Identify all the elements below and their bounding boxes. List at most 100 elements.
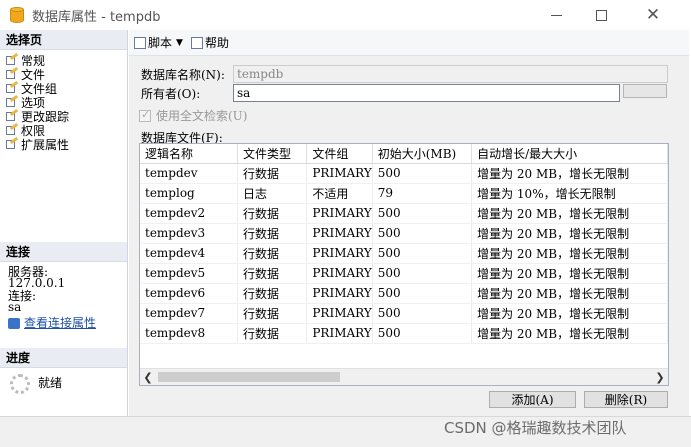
table-row[interactable]: tempdev3 行数据 PRIMARY 500 增量为 20 MB，增长无限制 (140, 223, 668, 244)
table-cell[interactable]: 增量为 20 MB，增长无限制 (471, 243, 668, 264)
column-header[interactable]: 文件组 (306, 144, 373, 164)
table-cell[interactable]: tempdev (140, 163, 239, 184)
table-cell[interactable]: 增量为 10%，增长无限制 (471, 183, 668, 204)
db-name-field: tempdb (233, 65, 668, 83)
table-cell[interactable]: PRIMARY (306, 163, 373, 184)
left-pane: 选择页 常规 文件 文件组 选项 更改跟踪 权限 扩展属性 连接 服务器: 127.0.0.… (0, 30, 128, 416)
help-label: 帮助 (204, 36, 229, 50)
table-row[interactable]: tempdev8 行数据 PRIMARY 500 增量为 20 MB，增长无限制 (140, 323, 668, 344)
watermark: CSDN @格瑞趣数技术团队 (444, 419, 627, 437)
table-cell[interactable]: 500 (372, 223, 473, 244)
scrollbar-thumb[interactable] (158, 372, 340, 382)
column-header[interactable]: 自动增长/最大大小 (471, 144, 668, 164)
progress-spinner-icon (10, 374, 30, 394)
table-cell[interactable]: templog (140, 183, 239, 204)
right-pane: 脚本 ▼ 帮助 数据库名称(N): tempdb 所有者(O): sa 使用全文… (129, 30, 689, 416)
table-row[interactable]: tempdev5 行数据 PRIMARY 500 增量为 20 MB，增长无限制 (140, 263, 668, 284)
connection-header: 连接 (0, 242, 127, 262)
table-cell[interactable]: 增量为 20 MB，增长无限制 (471, 283, 668, 304)
table-row[interactable]: templog 日志 不适用 79 增量为 10%，增长无限制 (140, 183, 668, 204)
table-cell[interactable]: 增量为 20 MB，增长无限制 (471, 323, 668, 344)
table-cell[interactable]: 增量为 20 MB，增长无限制 (471, 163, 668, 184)
page-edit-icon (6, 122, 19, 135)
table-cell[interactable]: 增量为 20 MB，增长无限制 (471, 223, 668, 244)
browse-owner-button[interactable] (623, 84, 667, 98)
table-cell[interactable]: tempdev8 (140, 323, 239, 344)
close-button[interactable]: ✕ (630, 0, 676, 30)
table-cell[interactable]: 79 (372, 183, 473, 204)
column-header[interactable]: 初始大小(MB) (372, 144, 473, 164)
table-cell[interactable]: PRIMARY (306, 243, 373, 264)
database-files-grid[interactable]: 逻辑名称 文件类型 文件组 初始大小(MB) 自动增长/最大大小 tempdev 行数据 P… (139, 143, 669, 386)
table-cell[interactable]: 增量为 20 MB，增长无限制 (471, 203, 668, 224)
table-cell[interactable]: 行数据 (237, 203, 308, 224)
table-cell[interactable]: 日志 (237, 183, 308, 204)
table-cell[interactable]: PRIMARY (306, 203, 373, 224)
sidebar-item-page[interactable]: 扩展属性 (0, 136, 127, 152)
table-cell[interactable]: tempdev2 (140, 203, 239, 224)
table-row[interactable]: tempdev6 行数据 PRIMARY 500 增量为 20 MB，增长无限制 (140, 283, 668, 304)
table-cell[interactable]: 500 (372, 243, 473, 264)
owner-field[interactable]: sa (233, 84, 620, 102)
progress-status: 就绪 (38, 376, 63, 390)
column-header[interactable]: 逻辑名称 (140, 144, 239, 164)
table-cell[interactable]: PRIMARY (306, 303, 373, 324)
table-cell[interactable]: tempdev6 (140, 283, 239, 304)
table-cell[interactable]: 行数据 (237, 163, 308, 184)
table-cell[interactable]: PRIMARY (306, 223, 373, 244)
script-label: 脚本 (148, 36, 173, 50)
scroll-left-icon[interactable]: ❮ (140, 369, 156, 385)
table-cell[interactable]: 增量为 20 MB，增长无限制 (471, 303, 668, 324)
view-connection-properties-label: 查看连接属性 (24, 316, 97, 330)
sidebar-item-page[interactable]: 文件 (0, 66, 127, 82)
help-button[interactable]: 帮助 (190, 34, 229, 51)
table-cell[interactable]: 500 (372, 203, 473, 224)
table-cell[interactable]: tempdev4 (140, 243, 239, 264)
table-row[interactable]: tempdev2 行数据 PRIMARY 500 增量为 20 MB，增长无限制 (140, 203, 668, 224)
minimize-button[interactable] (533, 0, 579, 30)
fulltext-label: 使用全文检索(U) (156, 109, 248, 123)
page-edit-icon (6, 136, 19, 149)
table-row[interactable]: tempdev 行数据 PRIMARY 500 增量为 20 MB，增长无限制 (140, 163, 668, 184)
table-cell[interactable]: 行数据 (237, 263, 308, 284)
table-cell[interactable]: 行数据 (237, 323, 308, 344)
sidebar-item-label: 扩展属性 (21, 137, 70, 152)
chevron-down-icon: ▼ (176, 37, 183, 48)
table-cell[interactable]: 500 (372, 323, 473, 344)
table-cell[interactable]: 行数据 (237, 283, 308, 304)
table-cell[interactable]: PRIMARY (306, 263, 373, 284)
table-cell[interactable]: tempdev5 (140, 263, 239, 284)
progress-header: 进度 (0, 348, 127, 368)
remove-button[interactable]: 删除(R) (584, 391, 668, 408)
page-edit-icon (6, 80, 19, 93)
maximize-button[interactable] (578, 0, 624, 30)
script-button[interactable]: 脚本 ▼ (134, 34, 183, 51)
add-button[interactable]: 添加(A) (489, 391, 576, 408)
table-cell[interactable]: tempdev7 (140, 303, 239, 324)
table-cell[interactable]: 500 (372, 303, 473, 324)
scroll-right-icon[interactable]: ❯ (652, 369, 668, 385)
table-cell[interactable]: 行数据 (237, 303, 308, 324)
table-cell[interactable]: PRIMARY (306, 283, 373, 304)
table-cell[interactable]: 500 (372, 283, 473, 304)
sidebar-item-page[interactable]: 常规 (0, 52, 127, 68)
table-cell[interactable]: 行数据 (237, 243, 308, 264)
fulltext-checkbox[interactable]: 使用全文检索(U) (139, 107, 247, 124)
view-connection-properties-link[interactable]: 查看连接属性 (8, 317, 119, 330)
horizontal-scrollbar[interactable]: ❮ ❯ (140, 368, 668, 385)
table-cell[interactable]: 行数据 (237, 223, 308, 244)
table-cell[interactable]: 增量为 20 MB，增长无限制 (471, 263, 668, 284)
table-row[interactable]: tempdev4 行数据 PRIMARY 500 增量为 20 MB，增长无限制 (140, 243, 668, 264)
column-header[interactable]: 文件类型 (237, 144, 308, 164)
page-edit-icon (6, 66, 19, 79)
table-row[interactable]: tempdev7 行数据 PRIMARY 500 增量为 20 MB，增长无限制 (140, 303, 668, 324)
table-cell[interactable]: tempdev3 (140, 223, 239, 244)
table-cell[interactable]: 不适用 (306, 183, 373, 204)
sidebar-item-page[interactable]: 文件组 (0, 80, 127, 96)
sidebar-item-page[interactable]: 更改跟踪 (0, 108, 127, 124)
window-title: 数据库属性 - tempdb (32, 9, 161, 25)
table-cell[interactable]: PRIMARY (306, 323, 373, 344)
table-cell[interactable]: 500 (372, 163, 473, 184)
table-cell[interactable]: 500 (372, 263, 473, 284)
help-icon (190, 36, 203, 49)
